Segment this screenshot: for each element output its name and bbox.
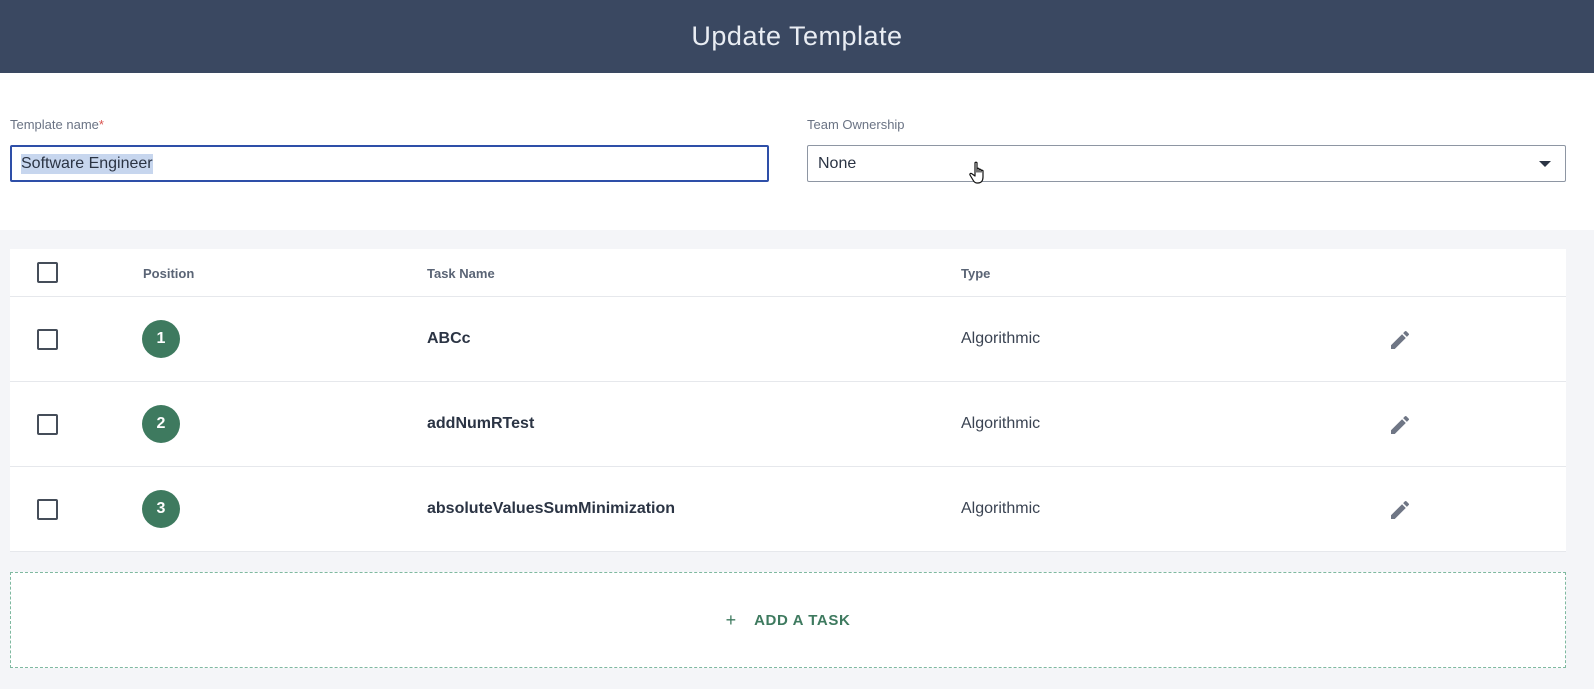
task-type: Algorithmic [961, 415, 1041, 432]
add-task-button[interactable]: + ADD A TASK [10, 572, 1566, 668]
pencil-icon[interactable] [1388, 498, 1412, 522]
position-badge: 3 [142, 490, 180, 528]
position-badge: 1 [142, 320, 180, 358]
task-type: Algorithmic [961, 330, 1041, 347]
task-name: addNumRTest [427, 415, 535, 432]
page-header: Update Template [0, 0, 1594, 73]
position-badge: 2 [142, 405, 180, 443]
hand-pointer-icon [969, 161, 984, 184]
team-ownership-label: Team Ownership [807, 117, 905, 132]
table-row: 2 addNumRTest Algorithmic [10, 382, 1566, 467]
caret-down-icon [1539, 160, 1551, 167]
add-task-label: ADD A TASK [754, 611, 851, 629]
team-ownership-select[interactable]: None [807, 145, 1566, 182]
task-name: ABCc [427, 330, 471, 347]
template-name-input[interactable]: Software Engineer [10, 145, 769, 182]
table-row: 3 absoluteValuesSumMinimization Algorith… [10, 467, 1566, 552]
column-header-type: Type [961, 266, 991, 281]
table-header-row: Position Task Name Type [10, 249, 1566, 297]
task-type: Algorithmic [961, 500, 1041, 517]
plus-icon: + [725, 609, 737, 630]
row-checkbox[interactable] [37, 499, 58, 520]
column-header-task-name: Task Name [427, 266, 495, 281]
team-ownership-value: None [818, 154, 857, 172]
select-all-checkbox[interactable] [37, 262, 58, 283]
row-checkbox[interactable] [37, 329, 58, 350]
template-name-value: Software Engineer [21, 153, 153, 174]
pencil-icon[interactable] [1388, 328, 1412, 352]
tasks-table: Position Task Name Type 1 ABCc Algorithm… [10, 249, 1566, 552]
column-header-position: Position [143, 266, 195, 281]
template-name-label-text: Template name [10, 117, 99, 132]
table-row: 1 ABCc Algorithmic [10, 297, 1566, 382]
row-checkbox[interactable] [37, 414, 58, 435]
page-title: Update Template [691, 21, 903, 51]
required-mark: * [98, 117, 104, 132]
pencil-icon[interactable] [1388, 413, 1412, 437]
task-name: absoluteValuesSumMinimization [427, 500, 676, 517]
template-name-label: Template name* [10, 117, 104, 132]
